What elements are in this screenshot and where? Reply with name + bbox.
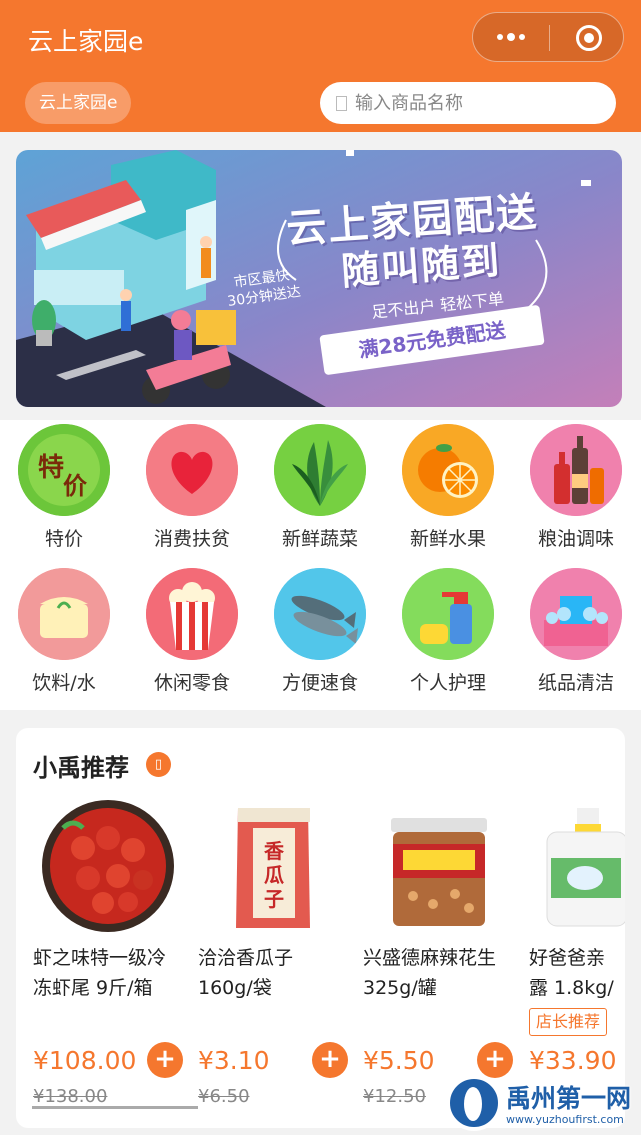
fish-icon bbox=[274, 568, 366, 660]
category-special-price[interactable]: 特 价 特价 bbox=[0, 424, 128, 551]
product-price: ¥5.50 bbox=[363, 1046, 435, 1075]
laundry-icon bbox=[530, 568, 622, 660]
category-label: 新鲜蔬菜 bbox=[281, 528, 358, 550]
category-grid: 特 价 特价 消费扶贫 新鲜蔬菜 新鲜水果 粮油调味 饮料/水 休闲零食 方便速… bbox=[0, 420, 641, 710]
dot-icon bbox=[497, 34, 503, 40]
promo-banner[interactable]: 云上家园配送 随叫随到 足不出户 轻松下单 满28元免费配送 市区最快 30分钟… bbox=[16, 150, 622, 407]
dot-icon bbox=[507, 33, 515, 41]
original-price: ¥6.50 bbox=[198, 1086, 250, 1107]
product-card[interactable]: 虾之味特一级冷 冻虾尾 9斤/箱 ¥108.00 + ¥138.00 bbox=[33, 798, 197, 1128]
recommend-badge-icon: ▯ bbox=[146, 752, 171, 777]
original-price: ¥12.50 bbox=[363, 1086, 426, 1107]
svg-text:子: 子 bbox=[264, 887, 284, 911]
search-input[interactable] bbox=[355, 92, 595, 114]
bottles-icon bbox=[530, 424, 622, 516]
search-bar[interactable] bbox=[320, 82, 616, 124]
banner-speech: 市区最快 30分钟送达 bbox=[224, 265, 302, 311]
close-mini-program-icon[interactable] bbox=[576, 25, 602, 51]
product-name-line: 兴盛德麻辣花生 bbox=[363, 947, 497, 969]
category-poverty-alleviation[interactable]: 消费扶贫 bbox=[128, 424, 256, 551]
category-label: 饮料/水 bbox=[32, 672, 96, 694]
product-name-line: 露 1.8kg/ bbox=[529, 977, 614, 999]
product-name: 好爸爸亲 露 1.8kg/ bbox=[529, 943, 625, 1003]
capsule-divider bbox=[549, 25, 550, 51]
watermark-url: www.yuzhoufirst.com bbox=[506, 1113, 624, 1126]
category-label: 消费扶贫 bbox=[153, 528, 230, 550]
product-name-line: 325g/罐 bbox=[363, 977, 437, 999]
svg-text:瓜: 瓜 bbox=[264, 863, 284, 887]
popcorn-icon bbox=[146, 568, 238, 660]
product-image-laundry-detergent bbox=[546, 808, 625, 927]
add-to-cart-button[interactable]: + bbox=[147, 1042, 183, 1078]
category-snacks[interactable]: 休闲零食 bbox=[128, 568, 256, 695]
category-paper-cleaning[interactable]: 纸品清洁 bbox=[512, 568, 640, 695]
mini-program-capsule bbox=[472, 12, 624, 62]
product-price: ¥108.00 bbox=[33, 1046, 137, 1075]
recommend-section: 小禹推荐 ▯ 虾之味特一级冷 冻虾尾 9斤/箱 ¥108.00 + ¥138.0… bbox=[16, 728, 625, 1128]
search-icon bbox=[336, 95, 347, 111]
product-name-line: 冻虾尾 9斤/箱 bbox=[33, 977, 153, 999]
product-name-line: 好爸爸亲 bbox=[529, 947, 606, 969]
dot-icon bbox=[519, 34, 525, 40]
site-watermark: 禹州第一网 www.yuzhoufirst.com bbox=[444, 1075, 641, 1135]
horizontal-scrollbar[interactable] bbox=[32, 1106, 198, 1109]
category-label: 方便速食 bbox=[281, 672, 358, 694]
product-name-line: 虾之味特一级冷 bbox=[33, 947, 167, 969]
product-image-peanut-jar bbox=[391, 818, 487, 926]
app-title: 云上家园e bbox=[28, 27, 144, 56]
svg-text:特: 特 bbox=[38, 452, 64, 483]
special-price-icon: 特 价 bbox=[18, 424, 110, 516]
manager-recommend-tag: 店长推荐 bbox=[529, 1008, 608, 1036]
product-name: 洽洽香瓜子 160g/袋 bbox=[198, 943, 348, 1003]
svg-text:价: 价 bbox=[63, 472, 88, 500]
original-price: ¥138.00 bbox=[33, 1086, 108, 1107]
product-name-line: 洽洽香瓜子 bbox=[198, 947, 294, 969]
product-name-line: 160g/袋 bbox=[198, 977, 272, 999]
product-price: ¥3.10 bbox=[198, 1046, 270, 1075]
add-to-cart-button[interactable]: + bbox=[312, 1042, 348, 1078]
top-bar: 云上家园e 云上家园e bbox=[0, 0, 641, 132]
svg-text:香: 香 bbox=[264, 839, 285, 863]
banner-subtitle: 随叫随到 bbox=[339, 238, 503, 294]
category-instant-food[interactable]: 方便速食 bbox=[256, 568, 384, 695]
category-label: 个人护理 bbox=[409, 672, 486, 694]
product-name: 兴盛德麻辣花生 325g/罐 bbox=[363, 943, 513, 1003]
category-grain-oil[interactable]: 粮油调味 bbox=[512, 424, 640, 551]
category-label: 新鲜水果 bbox=[409, 528, 486, 550]
store-selector[interactable]: 云上家园e bbox=[25, 82, 132, 124]
orange-icon bbox=[402, 424, 494, 516]
product-image-crayfish bbox=[42, 800, 174, 932]
product-card[interactable]: 香 瓜 子 洽洽香瓜子 160g/袋 ¥3.10 + ¥6.50 bbox=[198, 798, 362, 1128]
more-options-button[interactable] bbox=[473, 13, 549, 61]
vegetable-icon bbox=[274, 424, 366, 516]
category-personal-care[interactable]: 个人护理 bbox=[384, 568, 512, 695]
category-label: 粮油调味 bbox=[537, 528, 614, 550]
product-price: ¥33.90 bbox=[529, 1046, 617, 1075]
product-name: 虾之味特一级冷 冻虾尾 9斤/箱 bbox=[33, 943, 183, 1003]
category-label: 特价 bbox=[44, 528, 83, 550]
heart-icon bbox=[146, 424, 238, 516]
site-logo-icon bbox=[446, 1075, 502, 1131]
spray-bottle-icon bbox=[402, 568, 494, 660]
category-fruits[interactable]: 新鲜水果 bbox=[384, 424, 512, 551]
watermark-name: 禹州第一网 bbox=[506, 1084, 632, 1113]
category-label: 纸品清洁 bbox=[537, 672, 614, 694]
category-label: 休闲零食 bbox=[153, 672, 230, 694]
category-vegetables[interactable]: 新鲜蔬菜 bbox=[256, 424, 384, 551]
drink-icon bbox=[18, 568, 110, 660]
category-drinks[interactable]: 饮料/水 bbox=[0, 568, 128, 695]
section-title: 小禹推荐 bbox=[33, 754, 129, 782]
add-to-cart-button[interactable]: + bbox=[477, 1042, 513, 1078]
product-image-sunflower-seeds: 香 瓜 子 bbox=[236, 808, 310, 928]
